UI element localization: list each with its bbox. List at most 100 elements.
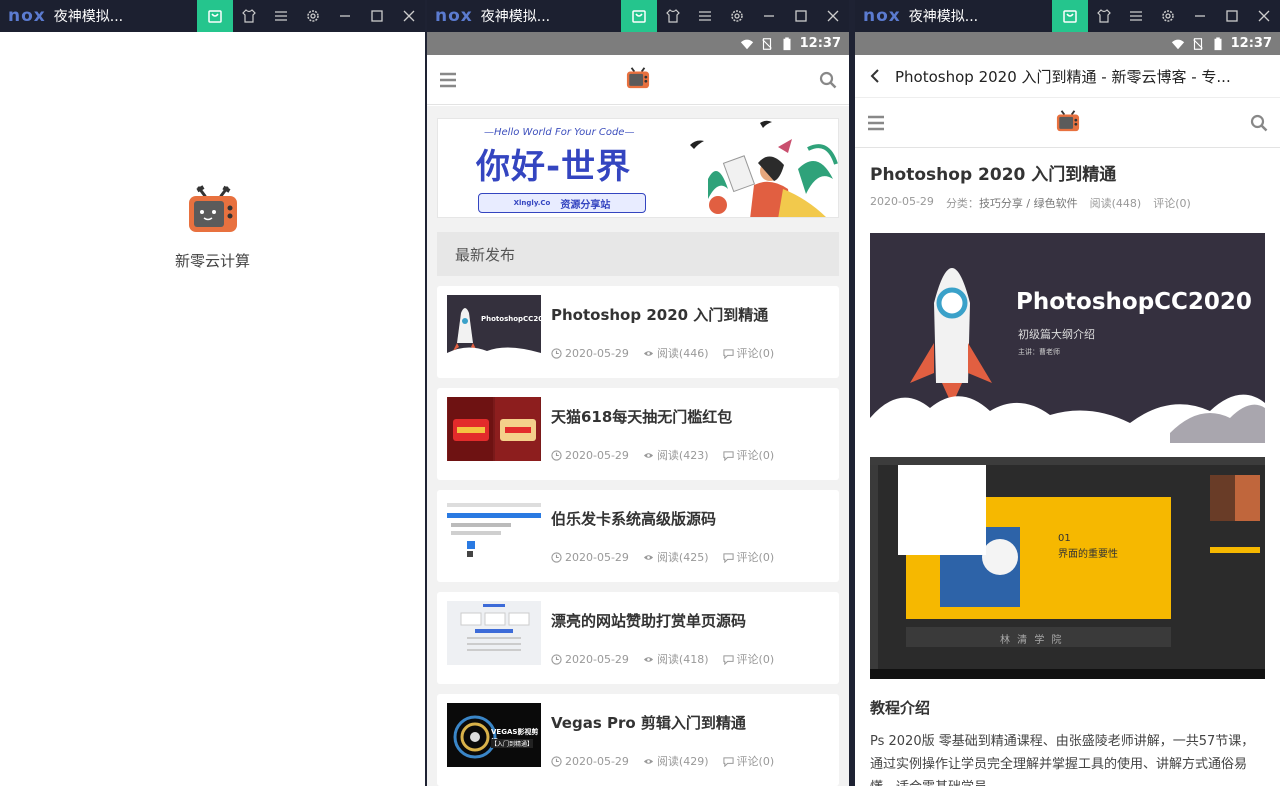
intro-text: Ps 2020版 零基础到精通课程、由张盛陵老师讲解，一共57节课，通过实例操作… xyxy=(870,734,1255,786)
window-titlebar[interactable]: nox 夜神模拟... xyxy=(0,0,425,32)
comment-icon xyxy=(722,450,734,461)
hamburger-menu-icon[interactable] xyxy=(439,71,457,89)
post-views: 阅读(423) xyxy=(643,447,709,463)
post-comments: 评论(0) xyxy=(722,651,774,667)
section-title: 最新发布 xyxy=(437,232,839,276)
post-views: 阅读(418) xyxy=(643,651,709,667)
menu-icon[interactable] xyxy=(689,0,721,32)
status-time: 12:37 xyxy=(799,36,841,51)
emulator-window-1: nox 夜神模拟... 新零云计算 xyxy=(0,0,425,786)
close-icon[interactable] xyxy=(817,0,849,32)
shirt-icon[interactable] xyxy=(233,0,265,32)
post-thumbnail-vegas: VEGAS影视剪辑 【入门到精通】 xyxy=(447,703,541,767)
app-logo-icon xyxy=(187,184,239,236)
article-date: 2020-05-29 xyxy=(870,195,934,208)
shopping-bag-icon[interactable] xyxy=(197,0,233,32)
hero-banner[interactable]: —Hello World For Your Code— 你好-世界 Xlngly… xyxy=(437,118,839,218)
post-title[interactable]: 天猫618每天抽无门槛红包 xyxy=(551,406,829,427)
post-views: 阅读(425) xyxy=(643,549,709,565)
site-logo-icon[interactable] xyxy=(1056,109,1080,137)
wifi-icon xyxy=(1171,39,1184,49)
close-icon[interactable] xyxy=(1248,0,1280,32)
maximize-icon[interactable] xyxy=(785,0,817,32)
banner-illustration xyxy=(690,120,838,217)
eye-icon xyxy=(643,350,654,356)
close-icon[interactable] xyxy=(393,0,425,32)
comment-icon xyxy=(722,756,734,767)
hamburger-menu-icon[interactable] xyxy=(867,114,885,132)
minimize-icon[interactable] xyxy=(1184,0,1216,32)
cover-lecturer: 主讲：曹老师 xyxy=(1018,348,1060,356)
nox-logo: nox xyxy=(863,6,901,26)
post-title[interactable]: Vegas Pro 剪辑入门到精通 xyxy=(551,712,829,733)
article-views: 阅读(448) xyxy=(1089,197,1142,210)
nox-logo: nox xyxy=(435,6,473,26)
app-header xyxy=(427,55,849,105)
post-thumbnail-photoshop: PhotoshopCC2020 xyxy=(447,295,541,359)
post-title[interactable]: Photoshop 2020 入门到精通 xyxy=(551,304,829,325)
android-status-bar: 12:37 xyxy=(427,32,849,55)
gear-icon[interactable] xyxy=(297,0,329,32)
minimize-icon[interactable] xyxy=(753,0,785,32)
category-link[interactable]: 技巧分享 / 绿色软件 xyxy=(979,197,1078,210)
nox-logo: nox xyxy=(8,6,46,26)
post-comments: 评论(0) xyxy=(722,549,774,565)
post-card[interactable]: 伯乐发卡系统高级版源码 2020-05-29 阅读(425) 评论(0) xyxy=(437,490,839,582)
screenshot-footer: 林 清 学 院 xyxy=(1000,635,1064,646)
shopping-bag-icon[interactable] xyxy=(621,0,657,32)
back-arrow-icon[interactable] xyxy=(867,68,883,84)
window-titlebar[interactable]: nox 夜神模拟... xyxy=(427,0,849,32)
post-card[interactable]: 漂亮的网站赞助打赏单页源码 2020-05-29 阅读(418) 评论(0) xyxy=(437,592,839,684)
post-views: 阅读(429) xyxy=(643,753,709,769)
post-date: 2020-05-29 xyxy=(551,651,629,667)
emulator-window-3: nox 夜神模拟... 12:37 Photoshop 2020 入门到精通 -… xyxy=(855,0,1280,786)
clock-icon xyxy=(551,653,562,665)
search-icon[interactable] xyxy=(1250,114,1268,132)
article-title: Photoshop 2020 入门到精通 xyxy=(870,165,1117,185)
android-status-bar: 12:37 xyxy=(855,32,1280,55)
maximize-icon[interactable] xyxy=(361,0,393,32)
post-card[interactable]: 天猫618每天抽无门槛红包 2020-05-29 阅读(423) 评论(0) xyxy=(437,388,839,480)
maximize-icon[interactable] xyxy=(1216,0,1248,32)
site-logo-icon[interactable] xyxy=(626,66,650,94)
article-category: 分类：技巧分享 / 绿色软件 xyxy=(945,197,1078,210)
post-list-area[interactable]: —Hello World For Your Code— 你好-世界 Xlngly… xyxy=(427,106,849,786)
eye-icon xyxy=(643,656,654,662)
eye-icon xyxy=(643,554,654,560)
screenshot-num: 01 xyxy=(1058,533,1071,544)
article-meta: 2020-05-29 分类：技巧分享 / 绿色软件 阅读(448) 评论(0) xyxy=(870,195,1265,211)
gear-icon[interactable] xyxy=(721,0,753,32)
post-thumbnail-donate xyxy=(447,601,541,665)
no-sim-icon xyxy=(1192,37,1203,50)
post-title[interactable]: 伯乐发卡系统高级版源码 xyxy=(551,508,829,529)
banner-tagline: —Hello World For Your Code— xyxy=(484,127,635,138)
menu-icon[interactable] xyxy=(265,0,297,32)
banner-pill: Xlngly.Co 资源分享站 xyxy=(478,193,646,213)
shopping-bag-icon[interactable] xyxy=(1052,0,1088,32)
window-title: 夜神模拟... xyxy=(53,9,124,25)
post-card[interactable]: PhotoshopCC2020 Photoshop 2020 入门到精通 202… xyxy=(437,286,839,378)
window-titlebar[interactable]: nox 夜神模拟... xyxy=(855,0,1280,32)
article-screenshot-image: 01 界面的重要性 林 清 学 院 xyxy=(870,457,1265,679)
banner-site: Xlngly.Co xyxy=(513,199,551,207)
shirt-icon[interactable] xyxy=(1088,0,1120,32)
post-title[interactable]: 漂亮的网站赞助打赏单页源码 xyxy=(551,610,829,631)
status-time: 12:37 xyxy=(1230,36,1272,51)
emulator-window-2: nox 夜神模拟... 12:37 —Hello World For Your … xyxy=(427,0,849,786)
splash-screen: 新零云计算 xyxy=(0,32,425,786)
banner-headline: 你好-世界 xyxy=(476,147,632,187)
window-title: 夜神模拟... xyxy=(908,9,979,25)
gear-icon[interactable] xyxy=(1152,0,1184,32)
search-icon[interactable] xyxy=(819,71,837,89)
battery-icon xyxy=(1214,36,1222,50)
post-thumbnail-faka xyxy=(447,499,541,563)
post-card[interactable]: VEGAS影视剪辑 【入门到精通】 Vegas Pro 剪辑入门到精通 2020… xyxy=(437,694,839,786)
shirt-icon[interactable] xyxy=(657,0,689,32)
minimize-icon[interactable] xyxy=(329,0,361,32)
clock-icon xyxy=(551,551,562,563)
menu-icon[interactable] xyxy=(1120,0,1152,32)
eye-icon xyxy=(643,758,654,764)
comment-icon xyxy=(722,654,734,665)
browser-header: Photoshop 2020 入门到精通 - 新零云博客 - 专... xyxy=(855,55,1280,98)
article-body[interactable]: Photoshop 2020 入门到精通 2020-05-29 分类：技巧分享 … xyxy=(855,150,1280,786)
